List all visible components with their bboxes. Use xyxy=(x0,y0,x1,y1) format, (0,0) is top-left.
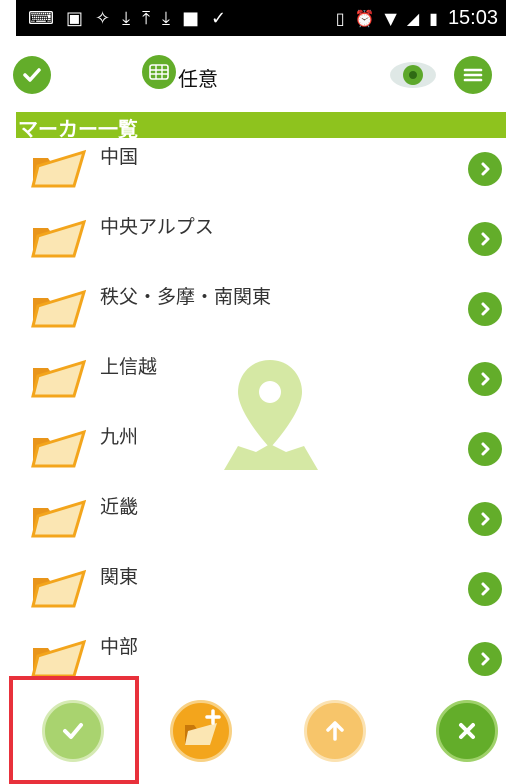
upload-icon: ⤒ xyxy=(142,7,151,29)
list-item[interactable]: 九州 xyxy=(16,418,506,488)
confirm-button[interactable] xyxy=(42,700,104,762)
image-icon: ▣ xyxy=(65,7,83,29)
wifi-icon: ▼ xyxy=(384,8,397,28)
folder-icon xyxy=(31,359,86,398)
list-item-label: 中央アルプス xyxy=(100,216,214,238)
list-item-label: 関東 xyxy=(100,566,139,588)
folder-icon xyxy=(31,499,86,538)
open-button[interactable] xyxy=(468,432,502,466)
section-header: マーカー一覧 xyxy=(16,112,506,141)
open-button[interactable] xyxy=(468,572,502,606)
up-arrow-icon xyxy=(326,721,344,741)
list-item-label: 九州 xyxy=(100,426,139,448)
check-icon xyxy=(23,68,41,82)
folder-icon xyxy=(31,219,86,258)
alarm-icon: ⏰ xyxy=(354,8,375,28)
chevron-right-icon xyxy=(481,162,490,176)
square-icon: ■ xyxy=(182,7,200,29)
vibrate-icon: ▯ xyxy=(335,8,345,28)
open-button[interactable] xyxy=(468,152,502,186)
status-bar: ⌨ ▣ ✧ ⤓ ⤒ ⤓ ■ ✓ ▯ ⏰ ▼ ◢ ▮ 15:03 xyxy=(16,0,506,36)
list-item[interactable]: 中部 xyxy=(16,628,506,678)
list-item[interactable]: 関東 xyxy=(16,558,506,628)
folder-add-icon xyxy=(185,709,221,745)
download-icon: ⤓ xyxy=(122,7,131,29)
folder-icon xyxy=(31,569,86,608)
list-item[interactable]: 中国 xyxy=(16,138,506,208)
chevron-right-icon xyxy=(481,232,490,246)
list-item[interactable]: 中央アルプス xyxy=(16,208,506,278)
close-icon xyxy=(459,723,475,739)
menu-button[interactable] xyxy=(454,56,492,94)
status-icons-left: ⌨ ▣ ✧ ⤓ ⤒ ⤓ ■ ✓ xyxy=(28,0,226,36)
marker-folder-list: 中国 中央アルプス 秩父・多摩・南関東 上信越 九州 近畿 関東 中部 xyxy=(16,138,506,678)
open-button[interactable] xyxy=(468,362,502,396)
list-item-label: 中国 xyxy=(100,146,139,168)
list-item-label: 上信越 xyxy=(100,356,158,378)
filter-label: 任意 xyxy=(178,67,218,91)
chevron-right-icon xyxy=(481,582,490,596)
list-item[interactable]: 秩父・多摩・南関東 xyxy=(16,278,506,348)
close-button[interactable] xyxy=(436,700,498,762)
marker-list-screen: ⌨ ▣ ✧ ⤓ ⤒ ⤓ ■ ✓ ▯ ⏰ ▼ ◢ ▮ 15:03 任意 マーカー一… xyxy=(0,0,515,784)
status-time: 15:03 xyxy=(447,6,498,29)
folder-icon xyxy=(31,149,86,188)
chevron-right-icon xyxy=(481,652,490,666)
add-folder-button[interactable] xyxy=(170,700,232,762)
folder-icon xyxy=(31,429,86,468)
grid-icon xyxy=(149,64,169,80)
top-bar: 任意 xyxy=(0,36,515,116)
sun-icon: ✧ xyxy=(95,7,111,29)
list-item-label: 秩父・多摩・南関東 xyxy=(100,286,272,308)
chevron-right-icon xyxy=(481,372,490,386)
menu-icon xyxy=(463,68,483,82)
battery-icon: ▮ xyxy=(429,8,438,28)
visibility-toggle[interactable] xyxy=(388,60,438,90)
folder-icon xyxy=(31,289,86,328)
open-button[interactable] xyxy=(468,502,502,536)
list-item[interactable]: 上信越 xyxy=(16,348,506,418)
open-button[interactable] xyxy=(468,642,502,676)
check-button[interactable] xyxy=(13,56,51,94)
status-icons-right: ▯ ⏰ ▼ ◢ ▮ 15:03 xyxy=(336,0,498,36)
chevron-right-icon xyxy=(481,442,490,456)
check-icon xyxy=(63,723,83,739)
folder-icon xyxy=(31,639,86,678)
chevron-right-icon xyxy=(481,512,490,526)
filter-button[interactable] xyxy=(142,55,176,89)
list-item[interactable]: 近畿 xyxy=(16,488,506,558)
open-button[interactable] xyxy=(468,222,502,256)
signal-icon: ◢ xyxy=(406,8,420,28)
eye-icon xyxy=(390,62,436,88)
check-underline-icon: ✓ xyxy=(211,7,227,29)
list-item-label: 中部 xyxy=(100,636,139,658)
bottom-toolbar xyxy=(0,676,515,784)
download-icon: ⤓ xyxy=(162,7,170,29)
list-item-label: 近畿 xyxy=(100,496,139,518)
open-button[interactable] xyxy=(468,292,502,326)
up-button[interactable] xyxy=(304,700,366,762)
keyboard-icon: ⌨ xyxy=(28,7,54,29)
chevron-right-icon xyxy=(481,302,490,316)
